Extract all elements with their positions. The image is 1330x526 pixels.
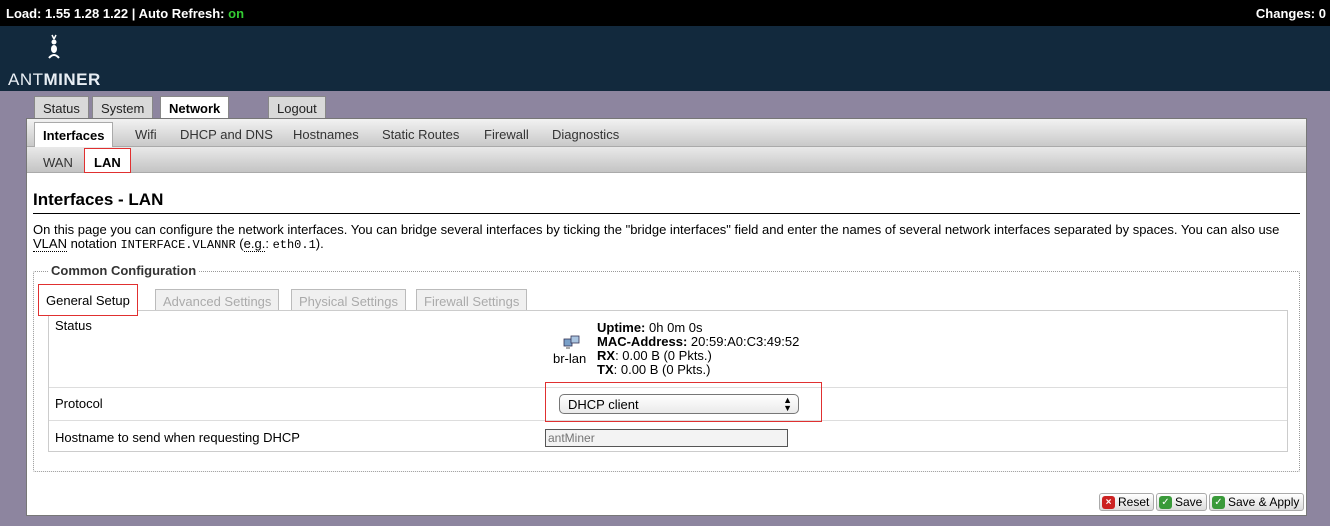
- iface-tab-wan[interactable]: WAN: [43, 155, 73, 170]
- interface-status: br-lan Uptime: 0h 0m 0s MAC-Address: 20:…: [553, 321, 853, 381]
- desc-text-1: On this page you can configure the netwo…: [33, 222, 1280, 237]
- common-configuration: Common Configuration General Setup Advan…: [33, 263, 1300, 472]
- uptime-value: 0h 0m 0s: [649, 320, 703, 335]
- subtab-interfaces[interactable]: Interfaces: [34, 122, 114, 147]
- interface-tabs: WAN LAN: [27, 147, 1306, 173]
- code-interface-vlannr: INTERFACE.VLANNR: [120, 238, 236, 252]
- subtab-hostnames[interactable]: Hostnames: [293, 127, 359, 142]
- network-bridge-icon: [563, 335, 580, 349]
- tx-label: TX: [597, 362, 614, 377]
- hostname-row: Hostname to send when requesting DHCP: [49, 421, 1287, 453]
- save-icon: ✓: [1159, 496, 1172, 509]
- reset-label: Reset: [1118, 495, 1150, 509]
- save-apply-button[interactable]: ✓ Save & Apply: [1209, 493, 1305, 511]
- tab-system[interactable]: System: [92, 96, 154, 119]
- main-panel: Interfaces Wifi DHCP and DNS Hostnames S…: [26, 118, 1307, 516]
- cfg-tab-advanced-settings[interactable]: Advanced Settings: [155, 289, 280, 311]
- hostname-label: Hostname to send when requesting DHCP: [55, 430, 300, 445]
- protocol-selected-value: DHCP client: [568, 397, 639, 412]
- page-title: Interfaces - LAN: [33, 190, 1300, 214]
- tab-logout[interactable]: Logout: [268, 96, 326, 119]
- cfg-tab-general-setup[interactable]: General Setup: [38, 284, 138, 316]
- ant-icon: [48, 34, 60, 59]
- config-body: Status br-lan Uptime: 0h 0m 0s MAC-Addre…: [48, 310, 1288, 452]
- reset-button[interactable]: × Reset: [1099, 493, 1155, 511]
- desc-text-4: :: [265, 236, 273, 251]
- hostname-input[interactable]: [545, 429, 788, 447]
- save-button[interactable]: ✓ Save: [1156, 493, 1208, 511]
- tab-status[interactable]: Status: [34, 96, 89, 119]
- changes-count: 0: [1318, 6, 1326, 21]
- tx-value: : 0.00 B (0 Pkts.): [613, 362, 711, 377]
- interface-name: br-lan: [553, 351, 587, 366]
- subtab-firewall[interactable]: Firewall: [484, 127, 529, 142]
- uptime-label: Uptime:: [597, 320, 646, 335]
- changes-info[interactable]: Changes: 0: [1256, 6, 1326, 21]
- desc-text-2: notation: [66, 236, 121, 251]
- eg-abbr: e.g.: [243, 236, 266, 252]
- rx-label: RX: [597, 348, 616, 363]
- status-row: Status br-lan Uptime: 0h 0m 0s MAC-Addre…: [49, 311, 1287, 388]
- save-apply-label: Save & Apply: [1228, 495, 1300, 509]
- tab-network[interactable]: Network: [160, 96, 230, 120]
- code-eth: eth0.1: [272, 238, 316, 252]
- logo-prefix: ANT: [8, 70, 44, 89]
- auto-refresh-label: Auto Refresh:: [138, 6, 225, 21]
- reset-icon: ×: [1102, 496, 1115, 509]
- desc-text-5: ).: [315, 236, 324, 251]
- antminer-logo: ANTMINER: [8, 34, 101, 89]
- page-description: On this page you can configure the netwo…: [33, 223, 1301, 252]
- subtab-diagnostics[interactable]: Diagnostics: [552, 127, 619, 142]
- load-info: Load: 1.55 1.28 1.22 | Auto Refresh: on: [6, 6, 244, 21]
- cfg-tab-firewall-settings[interactable]: Firewall Settings: [416, 289, 528, 311]
- status-bar: Load: 1.55 1.28 1.22 | Auto Refresh: on …: [0, 0, 1330, 26]
- protocol-select[interactable]: DHCP client ▲ ▼: [559, 394, 799, 414]
- subtab-static-routes[interactable]: Static Routes: [382, 127, 459, 142]
- vlan-abbr: VLAN: [33, 236, 67, 252]
- rx-value: : 0.00 B (0 Pkts.): [615, 348, 712, 363]
- iface-tab-lan[interactable]: LAN: [84, 148, 131, 173]
- sub-navigation: Interfaces Wifi DHCP and DNS Hostnames S…: [27, 119, 1306, 147]
- changes-label: Changes:: [1255, 6, 1316, 21]
- load-label: Load:: [6, 6, 42, 21]
- interface-stats: Uptime: 0h 0m 0s MAC-Address: 20:59:A0:C…: [597, 321, 799, 377]
- separator: |: [131, 6, 136, 21]
- select-arrows-icon: ▲ ▼: [783, 395, 792, 413]
- subtab-dhcp-dns[interactable]: DHCP and DNS: [180, 127, 273, 142]
- mac-label: MAC-Address:: [597, 334, 688, 349]
- save-apply-icon: ✓: [1212, 496, 1225, 509]
- cfg-tab-physical-settings[interactable]: Physical Settings: [291, 289, 406, 311]
- status-label: Status: [55, 318, 92, 333]
- header: ANTMINER: [0, 26, 1330, 91]
- save-label: Save: [1175, 495, 1203, 509]
- protocol-row: Protocol DHCP client ▲ ▼: [49, 382, 1287, 422]
- mac-value: 20:59:A0:C3:49:52: [690, 334, 800, 349]
- section-legend: Common Configuration: [48, 263, 200, 278]
- auto-refresh-toggle[interactable]: on: [228, 6, 244, 21]
- protocol-label: Protocol: [55, 396, 103, 411]
- subtab-wifi[interactable]: Wifi: [135, 127, 157, 142]
- desc-text-3: (: [235, 236, 244, 251]
- logo-suffix: MINER: [43, 70, 101, 89]
- load-values: 1.55 1.28 1.22: [45, 6, 129, 21]
